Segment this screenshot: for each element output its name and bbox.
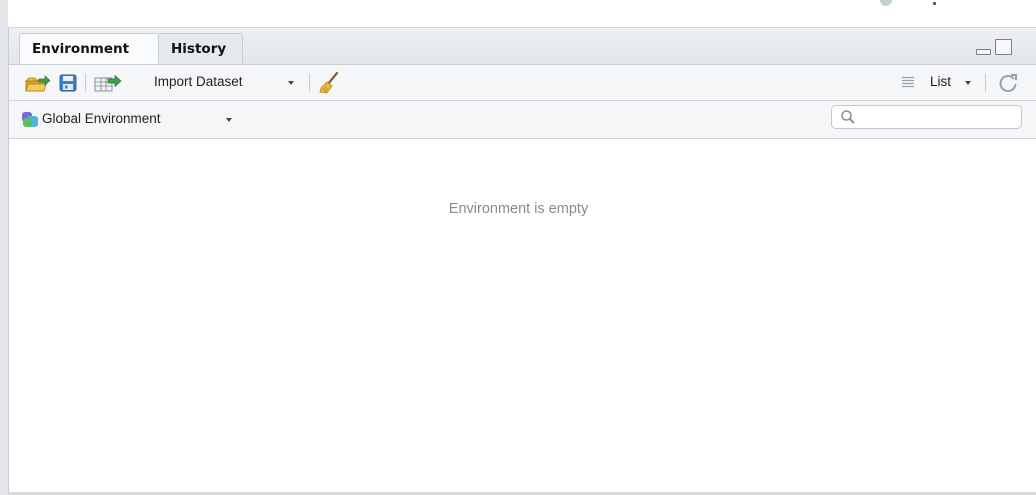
- environment-toolbar: Import Dataset List: [9, 65, 1036, 101]
- maximize-pane-button[interactable]: [995, 39, 1012, 55]
- broom-icon: [319, 71, 339, 94]
- refresh-button[interactable]: [997, 72, 1019, 94]
- import-dataset-label: Import Dataset: [154, 74, 243, 89]
- load-workspace-button[interactable]: [25, 73, 51, 93]
- tab-environment[interactable]: Environment: [19, 33, 159, 64]
- floppy-save-icon: [59, 74, 77, 92]
- tab-bar: Environment History: [9, 28, 1036, 65]
- toolbar-separator: [309, 74, 310, 92]
- scope-dropdown-caret-icon: [226, 118, 232, 122]
- minimize-pane-button[interactable]: [976, 49, 991, 55]
- view-dropdown-caret-icon: [965, 81, 971, 85]
- tab-history[interactable]: History: [159, 33, 243, 64]
- toolbar-separator: [985, 74, 986, 92]
- top-indicator-icon: [880, 0, 892, 6]
- refresh-icon: [999, 74, 1017, 93]
- top-strip: [8, 0, 1036, 28]
- search-icon: [841, 110, 855, 124]
- import-dropdown-caret-icon: [288, 81, 294, 85]
- environment-scope-bar: Global Environment: [9, 101, 1036, 139]
- environment-cubes-icon: [22, 112, 38, 127]
- environment-pane: Environment History Import Dataset List …: [8, 28, 1036, 495]
- open-folder-icon: [25, 75, 51, 92]
- environment-scope-dropdown[interactable]: Global Environment: [42, 111, 161, 126]
- toolbar-separator: [85, 74, 86, 92]
- search-input[interactable]: [860, 108, 1015, 126]
- clear-workspace-button[interactable]: [317, 71, 341, 95]
- import-table-icon: [94, 74, 122, 92]
- list-lines-icon: [902, 76, 914, 88]
- left-gutter: [0, 0, 8, 495]
- environment-scope-icon-wrap: [21, 110, 39, 128]
- empty-environment-message: Environment is empty: [448, 201, 589, 217]
- view-mode-label: List: [930, 74, 952, 89]
- top-mark: [933, 2, 936, 5]
- environment-search: [831, 105, 1022, 129]
- save-workspace-button[interactable]: [59, 74, 77, 92]
- environment-content: Environment is empty: [9, 139, 1036, 492]
